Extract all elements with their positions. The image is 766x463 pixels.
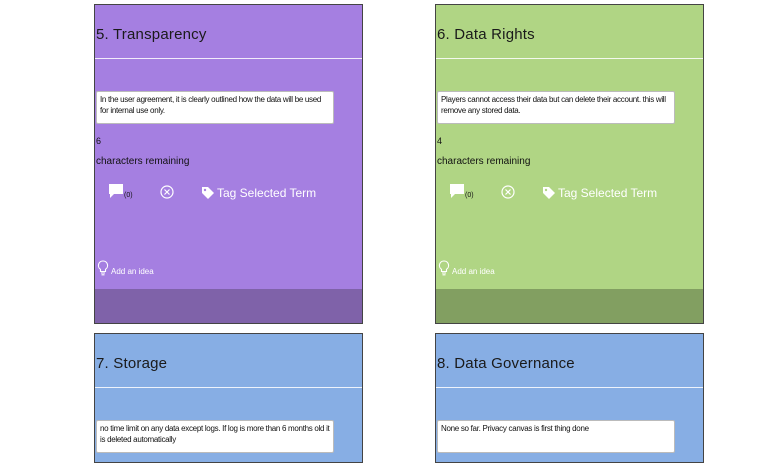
card-title: 7. Storage <box>96 355 168 372</box>
comments-button[interactable]: (0) <box>108 183 138 203</box>
add-idea-label: Add an idea <box>111 267 154 276</box>
card-data-governance: 8. Data Governance None so far. Privacy … <box>435 333 704 463</box>
tag-icon <box>543 187 555 199</box>
tag-selected-term-button[interactable]: Tag Selected Term <box>542 183 657 203</box>
response-textarea[interactable]: no time limit on any data except logs. I… <box>96 420 334 453</box>
title-divider <box>436 58 703 59</box>
characters-remaining-label: characters remaining <box>437 156 531 167</box>
add-idea-button[interactable]: Add an idea <box>97 258 154 276</box>
lightbulb-icon <box>438 260 450 276</box>
tag-icon <box>202 187 214 199</box>
card-title: 5. Transparency <box>96 26 207 43</box>
comment-count: (0) <box>465 192 474 199</box>
tag-selected-term-label: Tag Selected Term <box>558 186 658 200</box>
clear-button[interactable] <box>160 185 174 199</box>
comment-icon <box>450 184 464 198</box>
card-footer <box>436 289 703 323</box>
tag-selected-term-button[interactable]: Tag Selected Term <box>201 183 316 203</box>
characters-remaining-count: 4 <box>437 136 443 146</box>
response-textarea[interactable]: Players cannot access their data but can… <box>437 91 675 124</box>
response-textarea[interactable]: In the user agreement, it is clearly out… <box>96 91 334 124</box>
add-idea-button[interactable]: Add an idea <box>438 258 495 276</box>
title-divider <box>436 387 703 388</box>
card-storage: 7. Storage no time limit on any data exc… <box>94 333 363 463</box>
title-divider <box>95 387 362 388</box>
comments-button[interactable]: (0) <box>449 183 479 203</box>
characters-remaining-count: 6 <box>96 136 102 146</box>
card-title: 6. Data Rights <box>437 26 535 43</box>
add-idea-label: Add an idea <box>452 267 495 276</box>
characters-remaining-label: characters remaining <box>96 156 190 167</box>
card-title: 8. Data Governance <box>437 355 575 372</box>
lightbulb-icon <box>97 260 109 276</box>
card-footer <box>95 289 362 323</box>
clear-button[interactable] <box>501 185 515 199</box>
tag-selected-term-label: Tag Selected Term <box>217 186 317 200</box>
response-textarea[interactable]: None so far. Privacy canvas is first thi… <box>437 420 675 453</box>
clear-circle-icon <box>501 185 515 199</box>
title-divider <box>95 58 362 59</box>
card-transparency: 5. Transparency In the user agreement, i… <box>94 4 363 324</box>
comment-count: (0) <box>124 192 133 199</box>
clear-circle-icon <box>160 185 174 199</box>
comment-icon <box>109 184 123 198</box>
card-data-rights: 6. Data Rights Players cannot access the… <box>435 4 704 324</box>
